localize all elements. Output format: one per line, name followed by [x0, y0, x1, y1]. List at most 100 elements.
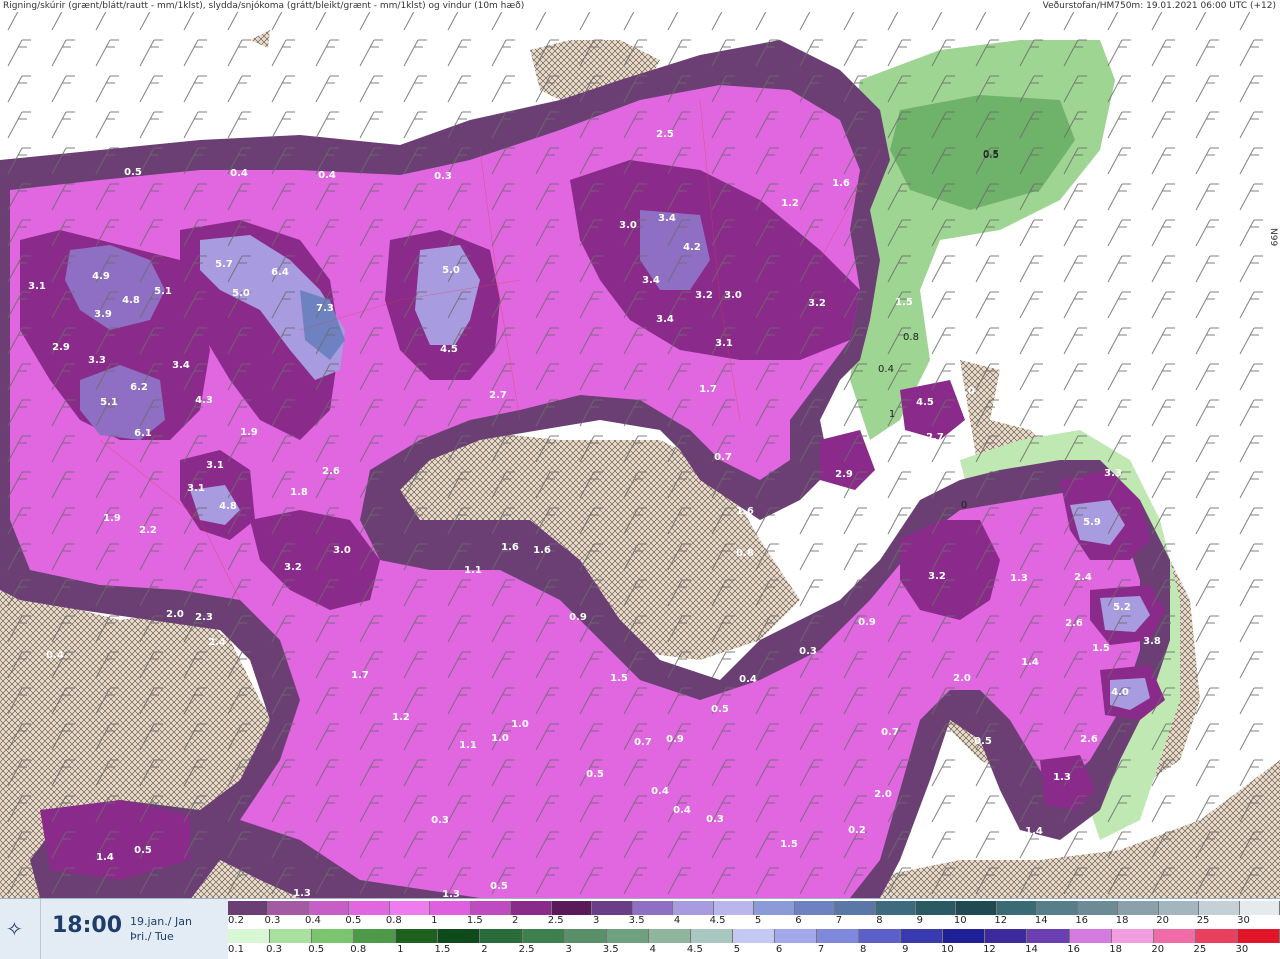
map-label: 0.7	[634, 737, 652, 748]
rain-scale-label: 14	[1025, 944, 1038, 955]
snow-scale-swatch	[1199, 901, 1240, 915]
rain-scale-swatch	[228, 929, 271, 943]
map-label: 2.6	[1065, 618, 1083, 629]
map-label: 5.1	[100, 397, 118, 408]
rain-scale-label: 8	[860, 944, 867, 955]
map-label: 2.7	[926, 432, 944, 443]
map-label: 2.9	[835, 469, 853, 480]
map-label: 4.0	[1111, 687, 1129, 698]
snow-scale-label: 4.5	[709, 915, 726, 926]
snow-scale-swatch	[551, 901, 593, 915]
snow-scale-label: 0.5	[345, 915, 362, 926]
map-label: 3.0	[619, 220, 637, 231]
snow-scale-label: 6	[795, 915, 802, 926]
map-label: 1.4	[1021, 657, 1039, 668]
rain-scale-label: 18	[1109, 944, 1123, 955]
map-label: 0.5	[586, 769, 604, 780]
map-label: 3.2	[284, 562, 302, 573]
map-label: 0.5	[974, 736, 992, 747]
rain-scale-label: 0.8	[350, 944, 367, 955]
rain-scale-swatch	[985, 929, 1028, 943]
map-label: 3.3	[88, 355, 106, 366]
divider	[40, 899, 41, 959]
map-label: 3.0	[333, 545, 351, 556]
snow-scale-swatch	[268, 901, 309, 915]
snow-scale-label: 5	[754, 915, 762, 926]
rain-scale-swatch	[438, 929, 481, 943]
time-panel: ✧ 18:00 19.jan./ Jan Þri./ Tue	[0, 898, 228, 959]
map-label: 5.2	[1113, 602, 1131, 613]
snow-scale-swatch	[470, 901, 512, 915]
snow-scale-swatch	[835, 901, 876, 915]
map-label: 6.1	[134, 428, 152, 439]
rain-scale-swatch	[732, 929, 776, 943]
rain-scale-label: 16	[1067, 944, 1080, 955]
rain-scale-swatch	[396, 929, 439, 943]
rain-scale-label: 5	[733, 944, 741, 955]
map-label: 6.4	[271, 267, 289, 278]
map-label: 2.0	[874, 789, 892, 800]
map-label: 1.7	[699, 384, 717, 395]
map-label: 5.1	[154, 286, 172, 297]
map-label: 7.3	[316, 303, 334, 314]
map-label: 1.2	[392, 712, 410, 723]
map-label: 2.0	[953, 673, 971, 684]
map-label: 0.4	[651, 786, 669, 797]
snow-scale-label: 3.5	[628, 915, 645, 926]
rain-scale-swatch	[690, 929, 733, 943]
rain-scale-label: 9	[902, 944, 909, 955]
map-label: 0.5	[124, 167, 142, 178]
snow-scale-label: 2	[512, 915, 519, 926]
rain-scale-swatch	[1237, 929, 1280, 943]
map-label: 4.8	[122, 295, 140, 306]
map-label: 0	[961, 500, 967, 511]
map-label: 0.4	[673, 805, 691, 816]
snow-scale-label: 0.3	[264, 915, 281, 926]
rain-scale-label: 2	[481, 944, 488, 955]
map-label: 2.0	[957, 386, 975, 397]
rain-scale-swatch	[522, 929, 565, 943]
map-label: 0.9	[858, 617, 876, 628]
snow-scale-label: 12	[994, 915, 1008, 926]
map-label: 3.1	[187, 483, 205, 494]
map-label: 1.5	[895, 297, 913, 308]
snow-scale-label: 20	[1156, 915, 1169, 926]
map-label: 2.4	[1074, 572, 1092, 583]
map-label: 3.4	[658, 213, 676, 224]
map-label: 1.1	[464, 565, 482, 576]
map-label: 0.3	[431, 815, 449, 826]
rain-scale-swatch	[1153, 929, 1196, 943]
map-label: 3.9	[94, 309, 112, 320]
snow-scale-label: 14	[1034, 915, 1048, 926]
map-label: 1.9	[103, 513, 121, 524]
rain-scale-label: 7	[817, 944, 825, 955]
snow-scale-swatch	[956, 901, 997, 915]
map-label: 0.3	[706, 814, 724, 825]
rain-scale-label: 0.5	[308, 944, 325, 955]
map-label: 2.7	[489, 390, 507, 401]
rain-scale-swatch	[606, 929, 649, 943]
snow-scale-label: 9	[916, 915, 924, 926]
map-label: 1.5	[610, 673, 628, 684]
map-label: 4.5	[916, 397, 934, 408]
snow-scale-swatch	[511, 901, 552, 915]
rain-scale-swatch	[312, 929, 355, 943]
map-label: 2.5	[656, 129, 674, 140]
map-label: 0.9	[569, 612, 587, 623]
map-label: 0.2	[848, 825, 866, 836]
snow-scale-swatch	[1118, 901, 1159, 915]
snow-scale-label: 25	[1196, 915, 1210, 926]
compass-star-icon: ✧	[6, 917, 23, 941]
map-label: 0.4	[318, 170, 336, 181]
map-label: 3.1	[715, 338, 733, 349]
snow-color-scale	[228, 901, 1280, 915]
snow-scale-label: 1	[431, 915, 438, 926]
map-label: 1.4	[96, 852, 114, 863]
map-label: 4.8	[219, 501, 237, 512]
map-label: 2.2	[139, 525, 157, 536]
rain-scale-label: 1	[397, 944, 404, 955]
rain-scale-swatch	[775, 929, 818, 943]
map-label: 0.8	[736, 548, 754, 559]
map-label: 5.0	[232, 288, 250, 299]
map-label: 2.6	[322, 466, 340, 477]
